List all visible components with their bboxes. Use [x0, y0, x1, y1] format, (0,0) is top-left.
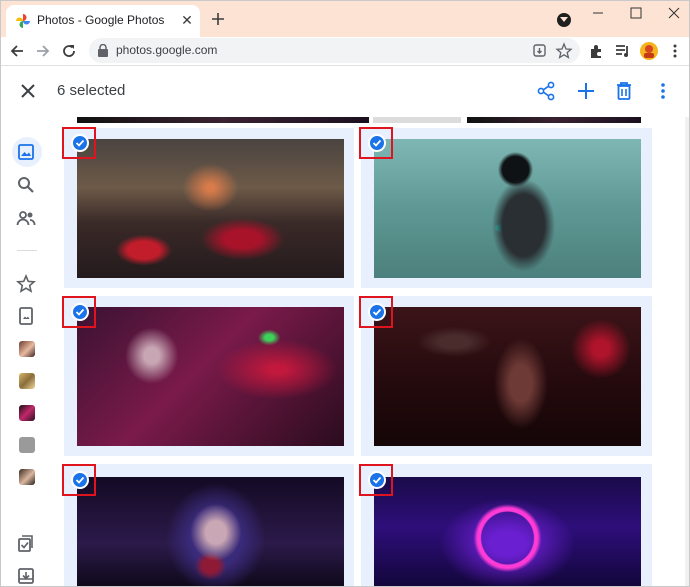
cyberpunk-woman-pistol-red-photo[interactable]: [374, 307, 641, 446]
sidebar-divider: [17, 250, 37, 251]
tab-google-photos[interactable]: Photos - Google Photos ✕: [6, 5, 200, 37]
highlight-box: [62, 127, 96, 159]
cyberpunk-girl-gun-neon-photo[interactable]: [77, 307, 344, 446]
photo-grid: [53, 117, 689, 586]
sidebar: [1, 117, 53, 586]
photo-tile[interactable]: [64, 128, 354, 288]
highlight-box: [359, 464, 393, 496]
new-tab-icon[interactable]: [208, 9, 228, 29]
more-vert-icon[interactable]: [652, 80, 674, 102]
highlight-box: [359, 296, 393, 328]
profile-avatar-icon[interactable]: [639, 41, 659, 61]
selection-count: 6 selected: [57, 82, 126, 99]
highlight-box: [62, 296, 96, 328]
window-close-icon[interactable]: [659, 3, 689, 23]
tab-title: Photos - Google Photos: [37, 13, 165, 27]
tab-search-icon[interactable]: [557, 13, 571, 27]
highlight-box: [62, 464, 96, 496]
extensions-icon[interactable]: [587, 41, 607, 61]
lock-icon[interactable]: [97, 44, 109, 57]
reload-icon[interactable]: [59, 41, 79, 61]
bookmark-star-icon[interactable]: [555, 42, 573, 60]
title-bar: Photos - Google Photos ✕: [1, 1, 689, 37]
highlight-box: [359, 127, 393, 159]
album-thumbnail-5[interactable]: [19, 469, 35, 485]
album-thumbnail-4[interactable]: [19, 437, 35, 453]
tab-close-icon[interactable]: ✕: [178, 11, 196, 29]
photo-tile[interactable]: [361, 128, 652, 288]
library-icon[interactable]: [16, 306, 36, 326]
photos-icon[interactable]: [16, 142, 36, 162]
delete-icon[interactable]: [613, 80, 635, 102]
hooded-girl-mask-photo[interactable]: [77, 477, 344, 586]
photo-tile[interactable]: [361, 296, 652, 456]
utilities-icon[interactable]: [16, 534, 36, 554]
favorites-icon[interactable]: [16, 274, 36, 294]
search-icon[interactable]: [16, 175, 36, 195]
share-icon[interactable]: [535, 80, 557, 102]
minimize-icon[interactable]: [583, 3, 613, 23]
selection-app-bar: 6 selected: [1, 65, 689, 117]
photo-tile[interactable]: [361, 464, 652, 586]
sharing-icon[interactable]: [16, 208, 36, 228]
media-control-icon[interactable]: [613, 41, 633, 61]
add-icon[interactable]: [575, 80, 597, 102]
browser-window: { "browser": { "tab_title": "Photos - Go…: [0, 0, 690, 587]
url-text: photos.google.com: [116, 43, 218, 57]
album-thumbnail-3[interactable]: [19, 405, 35, 421]
forward-arrow-icon[interactable]: [33, 41, 53, 61]
maximize-icon[interactable]: [621, 3, 651, 23]
previous-row-photo-strip: [373, 117, 461, 123]
close-selection-icon[interactable]: [17, 80, 39, 102]
archive-icon[interactable]: [16, 566, 36, 586]
cyborg-back-matrix-photo[interactable]: [374, 139, 641, 278]
previous-row-photo-strip: [467, 117, 641, 123]
back-arrow-icon[interactable]: [7, 41, 27, 61]
album-thumbnail-2[interactable]: [19, 373, 35, 389]
google-photos-icon: [16, 14, 30, 28]
photo-tile[interactable]: [64, 464, 354, 586]
install-app-icon[interactable]: [531, 42, 549, 60]
photo-tile[interactable]: [64, 296, 354, 456]
browser-toolbar: photos.google.com: [1, 37, 689, 65]
cyberpunk-motorcycle-rider-photo[interactable]: [77, 139, 344, 278]
previous-row-photo-strip: [77, 117, 369, 123]
album-thumbnail-1[interactable]: [19, 341, 35, 357]
browser-menu-icon[interactable]: [665, 41, 685, 61]
address-bar[interactable]: photos.google.com: [89, 38, 580, 63]
neon-ring-tunnel-photo[interactable]: [374, 477, 641, 586]
scrollbar[interactable]: [685, 117, 689, 586]
